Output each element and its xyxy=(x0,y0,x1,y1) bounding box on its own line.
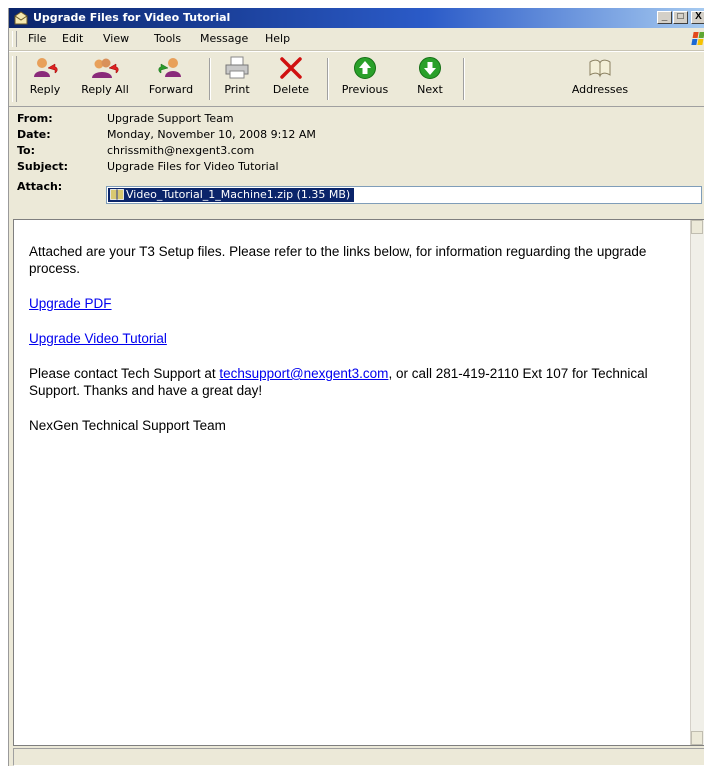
attachment-item[interactable]: Video_Tutorial_1_Machine1.zip (1.35 MB) xyxy=(108,188,355,202)
scroll-down-arrow[interactable] xyxy=(691,731,703,745)
title-bar[interactable]: Upgrade Files for Video Tutorial _ □ X xyxy=(9,8,704,28)
window-title: Upgrade Files for Video Tutorial xyxy=(33,11,231,24)
previous-button[interactable]: Previous xyxy=(333,54,397,104)
vertical-scrollbar[interactable] xyxy=(690,220,704,745)
reply-button[interactable]: Reply xyxy=(21,54,69,104)
attachment-name: Video_Tutorial_1_Machine1.zip (1.35 MB) xyxy=(126,188,351,201)
addresses-button[interactable]: Addresses xyxy=(565,54,635,104)
toolbar-grip xyxy=(12,56,17,102)
to-label: To: xyxy=(17,144,35,157)
attach-label: Attach: xyxy=(17,180,63,193)
minimize-button[interactable]: _ xyxy=(657,11,672,24)
zip-file-icon xyxy=(110,189,124,200)
body-intro: Attached are your T3 Setup files. Please… xyxy=(29,244,647,276)
maximize-button[interactable]: □ xyxy=(673,11,688,24)
menu-tools[interactable]: Tools xyxy=(154,32,181,45)
contact-text-pre: Please contact Tech Support at xyxy=(29,366,220,381)
menu-edit[interactable]: Edit xyxy=(62,32,83,45)
subject-value: Upgrade Files for Video Tutorial xyxy=(107,160,279,173)
date-label: Date: xyxy=(17,128,51,141)
toolbar-separator xyxy=(327,58,329,100)
delete-x-icon xyxy=(280,57,302,79)
toolbar-separator xyxy=(209,58,211,100)
body-contact: Please contact Tech Support at techsuppo… xyxy=(29,365,689,399)
email-window: Upgrade Files for Video Tutorial _ □ X F… xyxy=(8,8,704,766)
menu-message[interactable]: Message xyxy=(200,32,248,45)
menu-file[interactable]: File xyxy=(28,32,46,45)
address-book-icon xyxy=(589,59,611,78)
printer-icon xyxy=(225,56,249,79)
reply-all-icon xyxy=(92,58,119,78)
menu-help[interactable]: Help xyxy=(265,32,290,45)
subject-label: Subject: xyxy=(17,160,69,173)
from-value: Upgrade Support Team xyxy=(107,112,234,125)
menu-grip xyxy=(12,31,17,47)
status-bar xyxy=(13,748,704,766)
date-value: Monday, November 10, 2008 9:12 AM xyxy=(107,128,316,141)
body-signature: NexGen Technical Support Team xyxy=(29,418,226,433)
upgrade-video-tutorial-link[interactable]: Upgrade Video Tutorial xyxy=(29,331,167,346)
menu-bar: File Edit View Tools Message Help xyxy=(9,28,704,51)
message-body[interactable]: Attached are your T3 Setup files. Please… xyxy=(13,219,704,746)
up-arrow-icon xyxy=(354,57,376,79)
techsupport-email-link[interactable]: techsupport@nexgent3.com xyxy=(219,366,388,381)
reply-icon xyxy=(34,58,58,77)
windows-logo-icon xyxy=(691,32,704,45)
upgrade-pdf-link[interactable]: Upgrade PDF xyxy=(29,296,112,311)
envelope-icon xyxy=(14,11,28,25)
close-button[interactable]: X xyxy=(691,11,704,24)
print-button[interactable]: Print xyxy=(215,54,259,104)
message-content: Attached are your T3 Setup files. Please… xyxy=(29,243,689,434)
forward-icon xyxy=(158,58,181,77)
forward-button[interactable]: Forward xyxy=(141,54,201,104)
toolbar-separator xyxy=(463,58,465,100)
delete-button[interactable]: Delete xyxy=(265,54,317,104)
attachment-field[interactable]: Video_Tutorial_1_Machine1.zip (1.35 MB) xyxy=(106,186,702,204)
menu-view[interactable]: View xyxy=(103,32,129,45)
next-button[interactable]: Next xyxy=(405,54,455,104)
reply-all-button[interactable]: Reply All xyxy=(77,54,133,104)
from-label: From: xyxy=(17,112,53,125)
scroll-up-arrow[interactable] xyxy=(691,220,703,234)
down-arrow-icon xyxy=(419,57,441,79)
to-value: chrissmith@nexgent3.com xyxy=(107,144,255,157)
toolbar: Reply Reply All Forward Print Delete Pre… xyxy=(9,51,704,107)
